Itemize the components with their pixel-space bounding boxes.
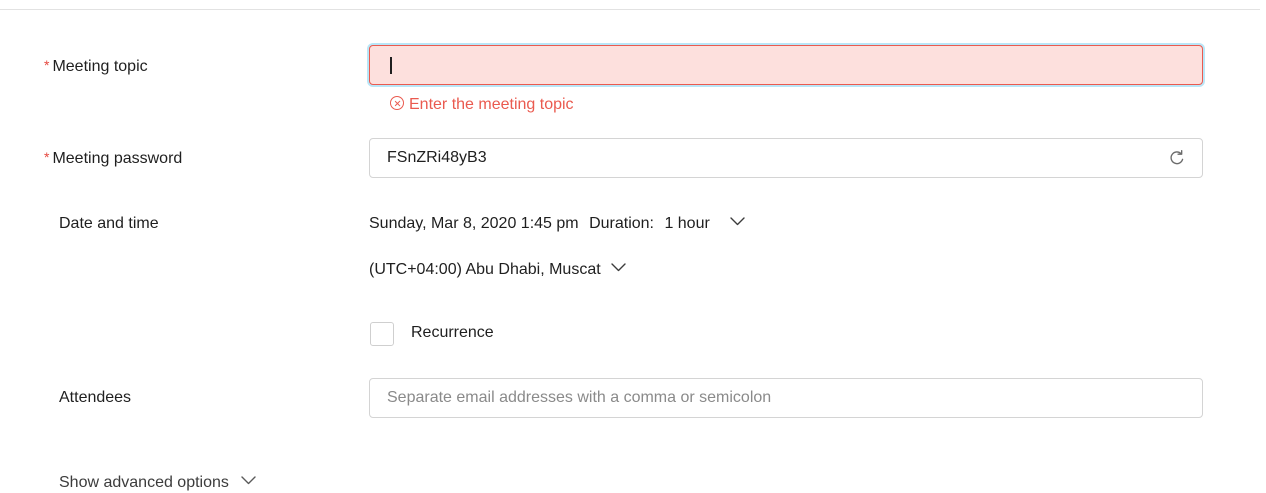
show-advanced-options[interactable]: Show advanced options — [59, 474, 257, 492]
refresh-icon[interactable] — [1168, 149, 1186, 167]
text-caret — [390, 57, 392, 74]
meeting-password-label: * Meeting password — [44, 149, 182, 168]
meeting-password-field[interactable] — [369, 138, 1203, 178]
date-time-label: Date and time — [59, 215, 159, 232]
meeting-date[interactable]: Sunday, Mar 8, 2020 1:45 pm — [369, 215, 579, 232]
duration-value[interactable]: 1 hour — [664, 215, 709, 232]
error-circle-icon — [390, 96, 404, 110]
timezone-value[interactable]: (UTC+04:00) Abu Dhabi, Muscat — [369, 261, 601, 278]
required-mark: * — [44, 149, 50, 165]
meeting-topic-field[interactable] — [369, 45, 1203, 85]
attendees-field[interactable] — [369, 378, 1203, 418]
advanced-chevron-down-icon[interactable] — [241, 476, 257, 485]
meeting-topic-label: * Meeting topic — [44, 57, 148, 76]
date-time-row: Sunday, Mar 8, 2020 1:45 pm Duration: 1 … — [369, 215, 745, 233]
show-advanced-options-label[interactable]: Show advanced options — [59, 474, 229, 491]
timezone-chevron-down-icon[interactable] — [611, 263, 626, 272]
timezone-row[interactable]: (UTC+04:00) Abu Dhabi, Muscat — [369, 261, 626, 279]
duration-chevron-down-icon[interactable] — [730, 217, 745, 226]
duration-label: Duration: — [589, 215, 654, 232]
recurrence-checkbox[interactable] — [370, 322, 394, 346]
meeting-topic-input[interactable] — [387, 46, 1167, 84]
attendees-input[interactable] — [387, 379, 1167, 417]
meeting-topic-error: Enter the meeting topic — [390, 96, 574, 114]
meeting-topic-label-text: Meeting topic — [52, 58, 148, 75]
recurrence-label[interactable]: Recurrence — [411, 324, 494, 342]
meeting-topic-error-text: Enter the meeting topic — [409, 96, 574, 113]
meeting-password-label-text: Meeting password — [52, 150, 183, 167]
top-divider — [0, 9, 1260, 10]
meeting-password-input[interactable] — [387, 139, 1167, 177]
required-mark: * — [44, 57, 50, 73]
attendees-label: Attendees — [59, 389, 132, 406]
